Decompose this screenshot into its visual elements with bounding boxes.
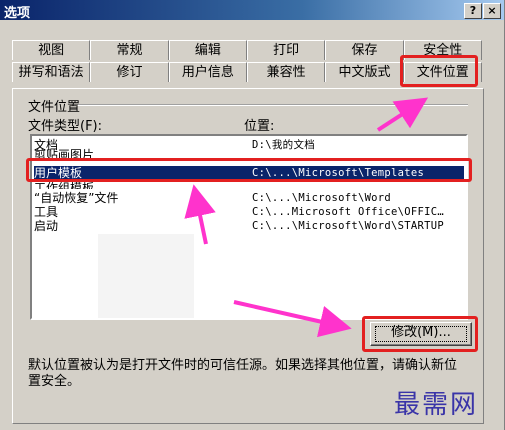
options-dialog: 选项 ? × 视图 常规 编辑 打印 保存 安全性 拼写和语法 修订 用户信息 … xyxy=(0,0,505,430)
column-header-location: 位置: xyxy=(244,119,275,134)
list-item[interactable]: 工作组模板 xyxy=(34,181,464,189)
highlight-button xyxy=(362,316,478,352)
file-location-label: C:\...\Microsoft\Word\STARTUP xyxy=(252,220,445,232)
dialog-title: 选项 xyxy=(4,6,31,21)
file-type-label: 启动 xyxy=(34,219,59,233)
blurred-region xyxy=(98,234,194,318)
tab-chinese-layout[interactable]: 中文版式 xyxy=(325,62,404,82)
file-type-label: 剪贴画图片 xyxy=(34,148,95,158)
group-divider xyxy=(78,104,468,106)
highlight-row xyxy=(26,158,472,182)
file-type-label: 工具 xyxy=(34,205,59,219)
watermark-logo: 最需网 xyxy=(394,390,479,420)
tab-print[interactable]: 打印 xyxy=(246,40,326,60)
file-location-label: C:\...\Microsoft\Word xyxy=(252,192,392,204)
close-button[interactable]: × xyxy=(483,3,501,19)
tab-general[interactable]: 常规 xyxy=(90,40,169,60)
list-item[interactable]: “自动恢复”文件 C:\...\Microsoft\Word xyxy=(34,191,464,205)
file-type-label: 工作组模板 xyxy=(34,181,95,189)
group-title: 文件位置 xyxy=(28,100,81,115)
title-bar[interactable]: 选项 ? × xyxy=(0,0,504,21)
tab-track-changes[interactable]: 修订 xyxy=(90,62,169,82)
tab-save[interactable]: 保存 xyxy=(325,40,404,60)
tab-spelling-grammar[interactable]: 拼写和语法 xyxy=(12,62,91,82)
list-item[interactable]: 启动 C:\...\Microsoft\Word\STARTUP xyxy=(34,219,464,233)
list-item[interactable]: 剪贴画图片 xyxy=(34,148,464,158)
tab-edit[interactable]: 编辑 xyxy=(168,40,247,60)
help-button[interactable]: ? xyxy=(464,3,482,19)
highlight-tab xyxy=(400,55,478,87)
column-header-file-type: 文件类型(F): xyxy=(28,119,103,134)
file-type-label: “自动恢复”文件 xyxy=(34,191,119,205)
tab-user-info[interactable]: 用户信息 xyxy=(168,62,247,82)
tab-view[interactable]: 视图 xyxy=(12,40,91,60)
list-item[interactable]: 工具 C:\...Microsoft Office\OFFIC… xyxy=(34,205,464,219)
tab-compatibility[interactable]: 兼容性 xyxy=(246,62,326,82)
file-location-label: C:\...Microsoft Office\OFFIC… xyxy=(252,206,445,218)
